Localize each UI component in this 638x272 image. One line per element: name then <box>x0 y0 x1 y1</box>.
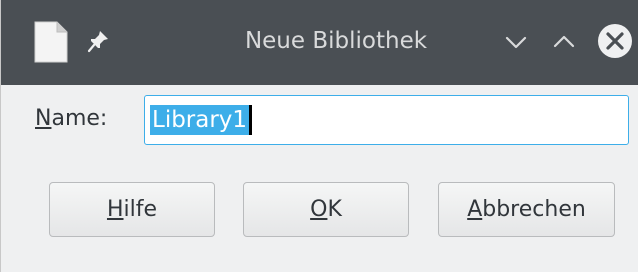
cancel-button[interactable]: Abbrechen <box>438 182 615 237</box>
name-input-selected-text: Library1 <box>150 105 250 135</box>
text-cursor <box>249 105 252 135</box>
cancel-label: bbrechen <box>482 197 586 222</box>
help-label: ilfe <box>123 197 158 222</box>
close-button[interactable] <box>596 22 634 60</box>
title-bar[interactable]: Neue Bibliothek <box>1 0 638 85</box>
pin-icon[interactable] <box>87 28 111 54</box>
name-label-mnemonic: N <box>35 106 52 131</box>
ok-label: K <box>327 197 342 222</box>
name-label: Name: <box>35 104 107 134</box>
name-label-text: ame: <box>51 106 108 131</box>
document-icon[interactable] <box>33 20 69 64</box>
help-mnemonic: H <box>106 197 124 222</box>
new-library-dialog: Neue Bibliothek Name: Library1 Hilfe OK … <box>0 0 638 272</box>
maximize-button[interactable] <box>548 26 580 58</box>
ok-button[interactable]: OK <box>243 182 409 237</box>
help-button[interactable]: Hilfe <box>49 182 215 237</box>
window-title: Neue Bibliothek <box>244 28 428 54</box>
name-input[interactable]: Library1 <box>144 95 629 145</box>
cancel-mnemonic: A <box>467 197 483 222</box>
ok-mnemonic: O <box>310 197 328 222</box>
minimize-button[interactable] <box>500 26 532 58</box>
